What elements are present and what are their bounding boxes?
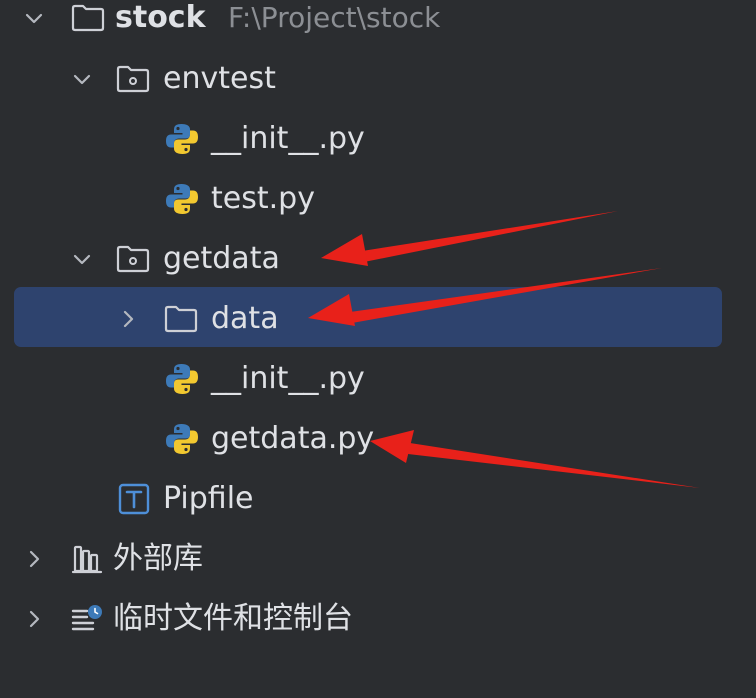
python-file-icon <box>166 124 198 154</box>
tree-item-label: 临时文件和控制台 <box>113 601 353 636</box>
python-file-icon <box>166 364 198 394</box>
folder-icon <box>71 4 105 32</box>
tree-item-label: envtest <box>163 61 276 96</box>
python-file-icon <box>166 424 198 454</box>
scratch-console-icon <box>71 603 104 631</box>
tree-row-envtest[interactable]: envtest <box>0 49 756 109</box>
chevron-down-icon[interactable] <box>70 247 94 271</box>
tree-item-label: __init__.py <box>211 121 365 156</box>
tree-row-getdata-init[interactable]: __init__.py <box>0 349 756 409</box>
tree-item-label: test.py <box>211 181 315 216</box>
tree-row-scratches[interactable]: 临时文件和控制台 <box>0 589 756 649</box>
tree-row-getdata-py[interactable]: getdata.py <box>0 409 756 469</box>
tree-item-label: getdata <box>163 241 280 276</box>
tree-row-data[interactable]: data <box>0 289 756 349</box>
tree-item-label: getdata.py <box>211 421 375 456</box>
tree-row-external-libraries[interactable]: 外部库 <box>0 529 756 589</box>
project-tree: stock F:\Project\stock envtest __init__.… <box>0 0 756 698</box>
tree-row-envtest-init[interactable]: __init__.py <box>0 109 756 169</box>
tree-row-getdata[interactable]: getdata <box>0 229 756 289</box>
chevron-down-icon[interactable] <box>70 67 94 91</box>
tree-row-pipfile[interactable]: Pipfile <box>0 469 756 529</box>
chevron-right-icon[interactable] <box>22 607 46 631</box>
root-folder-path: F:\Project\stock <box>228 1 441 34</box>
folder-icon <box>164 305 198 333</box>
chevron-down-icon[interactable] <box>22 6 46 30</box>
text-file-icon <box>118 483 150 515</box>
chevron-right-icon[interactable] <box>22 547 46 571</box>
package-folder-icon <box>116 65 150 93</box>
package-folder-icon <box>116 245 150 273</box>
root-folder-name: stock <box>115 0 206 35</box>
tree-item-label: data <box>211 301 279 336</box>
library-icon <box>71 545 103 574</box>
chevron-right-icon[interactable] <box>116 307 140 331</box>
python-file-icon <box>166 184 198 214</box>
tree-row-test-py[interactable]: test.py <box>0 169 756 229</box>
tree-item-label: __init__.py <box>211 361 365 396</box>
tree-item-label: Pipfile <box>163 481 254 516</box>
tree-item-label: 外部库 <box>113 541 203 576</box>
